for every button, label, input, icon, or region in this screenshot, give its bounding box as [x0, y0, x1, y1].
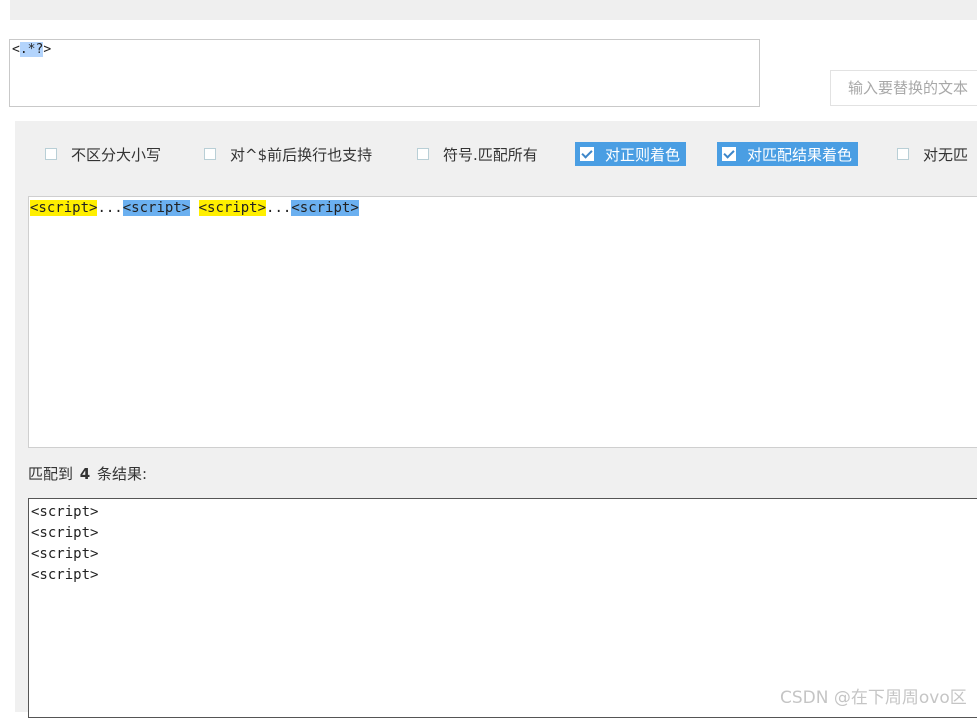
- count-suffix: 条结果:: [97, 465, 148, 483]
- checkbox[interactable]: [204, 148, 216, 160]
- top-bar: [10, 0, 977, 20]
- option-color-regex[interactable]: 对正则着色: [575, 142, 687, 166]
- option-label: 符号.匹配所有: [443, 145, 538, 164]
- option-ignore-case[interactable]: 不区分大小写: [45, 142, 161, 166]
- source-text: [190, 200, 198, 216]
- result-line: <script>: [31, 504, 99, 520]
- match-highlight: <script>: [30, 200, 98, 216]
- match-count: 4: [79, 465, 91, 483]
- match-highlight: <script>: [122, 200, 191, 216]
- result-line: <script>: [31, 525, 99, 541]
- match-highlight: <script>: [291, 200, 359, 216]
- source-text: ...: [266, 200, 292, 216]
- match-count-label: 匹配到 4 条结果:: [28, 463, 147, 484]
- regex-selected-text: .*?: [19, 42, 44, 57]
- checkbox-checked[interactable]: [722, 147, 736, 161]
- result-line: <script>: [31, 567, 99, 583]
- regex-input[interactable]: <.*?>: [9, 39, 760, 107]
- source-text: ...: [97, 200, 123, 216]
- match-highlight: <script>: [198, 200, 267, 216]
- option-dotall[interactable]: 符号.匹配所有: [417, 142, 538, 166]
- option-label: 对无匹: [923, 145, 969, 164]
- option-no-match[interactable]: 对无匹: [897, 142, 968, 166]
- checkbox[interactable]: [897, 148, 909, 160]
- checkbox[interactable]: [417, 148, 429, 160]
- option-label: 对正则着色: [605, 145, 681, 164]
- option-label: 对^$前后换行也支持: [230, 145, 373, 164]
- count-prefix: 匹配到: [28, 465, 74, 483]
- option-color-matches[interactable]: 对匹配结果着色: [717, 142, 859, 166]
- regex-prefix: <: [12, 42, 20, 57]
- watermark: CSDN @在下周周ovo区: [780, 688, 967, 708]
- option-label: 对匹配结果着色: [747, 145, 853, 164]
- option-multiline[interactable]: 对^$前后换行也支持: [204, 142, 372, 166]
- replace-input[interactable]: [830, 70, 977, 106]
- result-line: <script>: [31, 546, 99, 562]
- checkbox[interactable]: [45, 148, 57, 160]
- source-text-area[interactable]: <script>...<script> <script>...<script>: [28, 196, 977, 448]
- regex-suffix: >: [43, 42, 52, 57]
- checkbox-checked[interactable]: [580, 147, 594, 161]
- option-label: 不区分大小写: [71, 145, 162, 164]
